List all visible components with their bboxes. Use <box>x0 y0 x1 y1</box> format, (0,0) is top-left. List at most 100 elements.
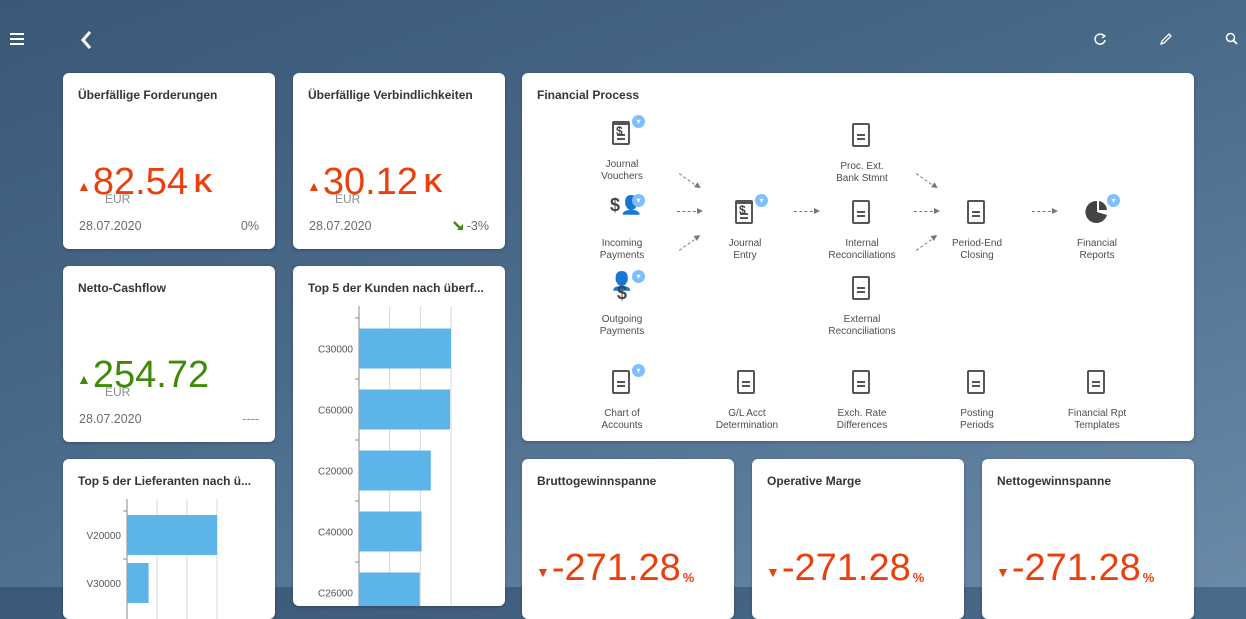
category-label: V20000 <box>87 531 122 542</box>
kpi-delta: -3% <box>466 219 489 233</box>
bar[interactable] <box>359 450 431 491</box>
trend-down-icon <box>452 221 463 230</box>
trend-down-icon: ▼ <box>996 564 1010 580</box>
dropdown-badge-icon: ▾ <box>755 194 768 207</box>
kpi-value-row: ▲ 82.54 K <box>77 163 213 201</box>
kpi-date: 28.07.2020 <box>309 219 372 233</box>
flow-arrow-icon <box>678 236 700 251</box>
kpi-scale: K <box>193 168 213 198</box>
node-label: Internal Reconciliations <box>828 238 896 261</box>
search-icon[interactable] <box>1225 32 1239 51</box>
bar[interactable] <box>359 389 451 430</box>
bar[interactable] <box>127 515 217 555</box>
category-label: C40000 <box>318 528 353 539</box>
kpi-unit: EUR <box>335 192 361 206</box>
flow-arrow-icon <box>678 173 700 188</box>
node-financial-reports[interactable]: ▾ Financial Reports <box>1062 194 1132 261</box>
checklist-icon: ▾ <box>610 364 645 398</box>
hamburger-menu-icon[interactable] <box>10 33 24 47</box>
category-label: C60000 <box>318 406 353 417</box>
bar[interactable] <box>359 511 422 552</box>
node-posting-periods[interactable]: Posting Periods <box>942 370 1012 431</box>
shell-header <box>0 0 1246 70</box>
bar[interactable] <box>359 572 420 607</box>
kpi-date: 28.07.2020 <box>79 412 142 426</box>
tile-title: Top 5 der Lieferanten nach ü... <box>78 474 252 488</box>
dropdown-badge-icon: ▾ <box>632 364 645 377</box>
tile-overdue-payables[interactable]: Überfällige Verbindlichkeiten ▲ 30.12 K … <box>293 73 505 249</box>
node-outgoing-payments[interactable]: 👤$ ▾ Outgoing Payments <box>587 270 657 337</box>
kpi-unit: % <box>682 570 695 585</box>
tile-top5-customers[interactable]: Top 5 der Kunden nach überf... C30000 C60… <box>293 266 505 606</box>
kpi-unit: % <box>912 570 925 585</box>
pie-chart-icon: ▾ <box>1085 194 1120 228</box>
tile-net-cashflow[interactable]: Netto-Cashflow ▲ 254.72 EUR 28.07.2020 -… <box>63 266 275 442</box>
trend-down-icon: ▼ <box>536 564 550 580</box>
tile-operating-margin[interactable]: Operative Marge ▼ -271.28 % <box>752 459 964 619</box>
kpi-value-row: ▼ -271.28 % <box>536 549 694 587</box>
node-exch-rate-differences[interactable]: Exch. Rate Differences <box>817 370 907 431</box>
refresh-icon[interactable] <box>1093 32 1107 51</box>
document-icon <box>1085 370 1109 398</box>
node-chart-of-accounts[interactable]: ▾ Chart of Accounts <box>587 364 657 431</box>
tile-net-margin[interactable]: Nettogewinnspanne ▼ -271.28 % <box>982 459 1194 619</box>
bar[interactable] <box>127 563 149 603</box>
node-journal-vouchers[interactable]: $ ▾ Journal Vouchers <box>587 115 657 182</box>
bar[interactable] <box>359 328 451 369</box>
tile-title: Bruttogewinnspanne <box>537 474 657 488</box>
document-icon <box>850 370 874 398</box>
document-icon <box>850 200 874 228</box>
node-incoming-payments[interactable]: $👤 ▾ Incoming Payments <box>587 194 657 261</box>
pencil-icon[interactable] <box>1159 32 1173 51</box>
calendar-dollar-icon: $ ▾ <box>733 194 768 228</box>
flow-arrow-icon <box>794 208 820 214</box>
node-label: Outgoing Payments <box>599 314 645 337</box>
node-external-reconciliations[interactable]: External Reconciliations <box>817 276 907 337</box>
node-label: Posting Periods <box>960 408 994 431</box>
node-financial-rpt-templates[interactable]: Financial Rpt Templates <box>1057 370 1137 431</box>
flow-arrow-icon <box>914 208 940 214</box>
tile-title: Financial Process <box>537 88 640 102</box>
node-label: External Reconciliations <box>828 314 896 337</box>
trend-up-icon: ▲ <box>77 371 91 387</box>
tile-title: Netto-Cashflow <box>78 281 166 295</box>
tile-title: Nettogewinnspanne <box>997 474 1112 488</box>
kpi-value-row: ▼ -271.28 % <box>996 549 1154 587</box>
tile-overdue-receivables[interactable]: Überfällige Forderungen ▲ 82.54 K EUR 28… <box>63 73 275 249</box>
kpi-value: -271.28 <box>781 547 911 589</box>
node-label: Proc. Ext. Bank Stmnt <box>836 161 888 184</box>
tile-title: Operative Marge <box>767 474 862 488</box>
node-proc-ext-bank-stmnt[interactable]: Proc. Ext. Bank Stmnt <box>822 123 902 184</box>
kpi-value: -271.28 <box>1011 547 1141 589</box>
node-label: Financial Reports <box>1076 238 1118 261</box>
customers-bar-chart: C30000 C60000 C20000 C40000 C26000 <box>318 306 452 607</box>
node-internal-reconciliations[interactable]: Internal Reconciliations <box>817 200 907 261</box>
node-label: Financial Rpt Templates <box>1067 408 1127 431</box>
category-label: V30000 <box>87 579 122 590</box>
node-journal-entry[interactable]: $ ▾ Journal Entry <box>710 194 780 261</box>
kpi-unit: EUR <box>105 385 131 399</box>
calendar-dollar-icon: $ ▾ <box>610 115 645 149</box>
dropdown-badge-icon: ▾ <box>632 270 645 283</box>
node-label: Exch. Rate Differences <box>836 408 888 431</box>
tile-financial-process: Financial Process $ ▾ Journal Vouchers $… <box>522 73 1194 441</box>
tile-title: Überfällige Forderungen <box>78 88 218 102</box>
node-gl-acct-determination[interactable]: G/L Acct Determination <box>702 370 792 431</box>
incoming-payment-icon: $👤 ▾ <box>610 194 645 228</box>
category-label: C26000 <box>318 589 353 600</box>
tile-title: Top 5 der Kunden nach überf... <box>308 281 484 295</box>
kpi-delta: 0% <box>240 219 259 233</box>
back-chevron-icon[interactable] <box>80 30 94 55</box>
dropdown-badge-icon: ▾ <box>632 194 645 207</box>
trend-up-icon: ▲ <box>77 178 91 194</box>
kpi-delta-container: -3% <box>452 219 489 233</box>
node-label: Period-End Closing <box>951 238 1003 261</box>
document-icon <box>965 200 989 228</box>
document-dollar-icon <box>965 370 989 398</box>
tile-title: Überfällige Verbindlichkeiten <box>308 88 473 102</box>
kpi-value-row: ▲ 30.12 K <box>307 163 443 201</box>
node-period-end-closing[interactable]: Period-End Closing <box>942 200 1012 261</box>
category-label: C20000 <box>318 467 353 478</box>
tile-top5-suppliers[interactable]: Top 5 der Lieferanten nach ü... V20000 V3… <box>63 459 275 619</box>
tile-gross-margin[interactable]: Bruttogewinnspanne ▼ -271.28 % <box>522 459 734 619</box>
